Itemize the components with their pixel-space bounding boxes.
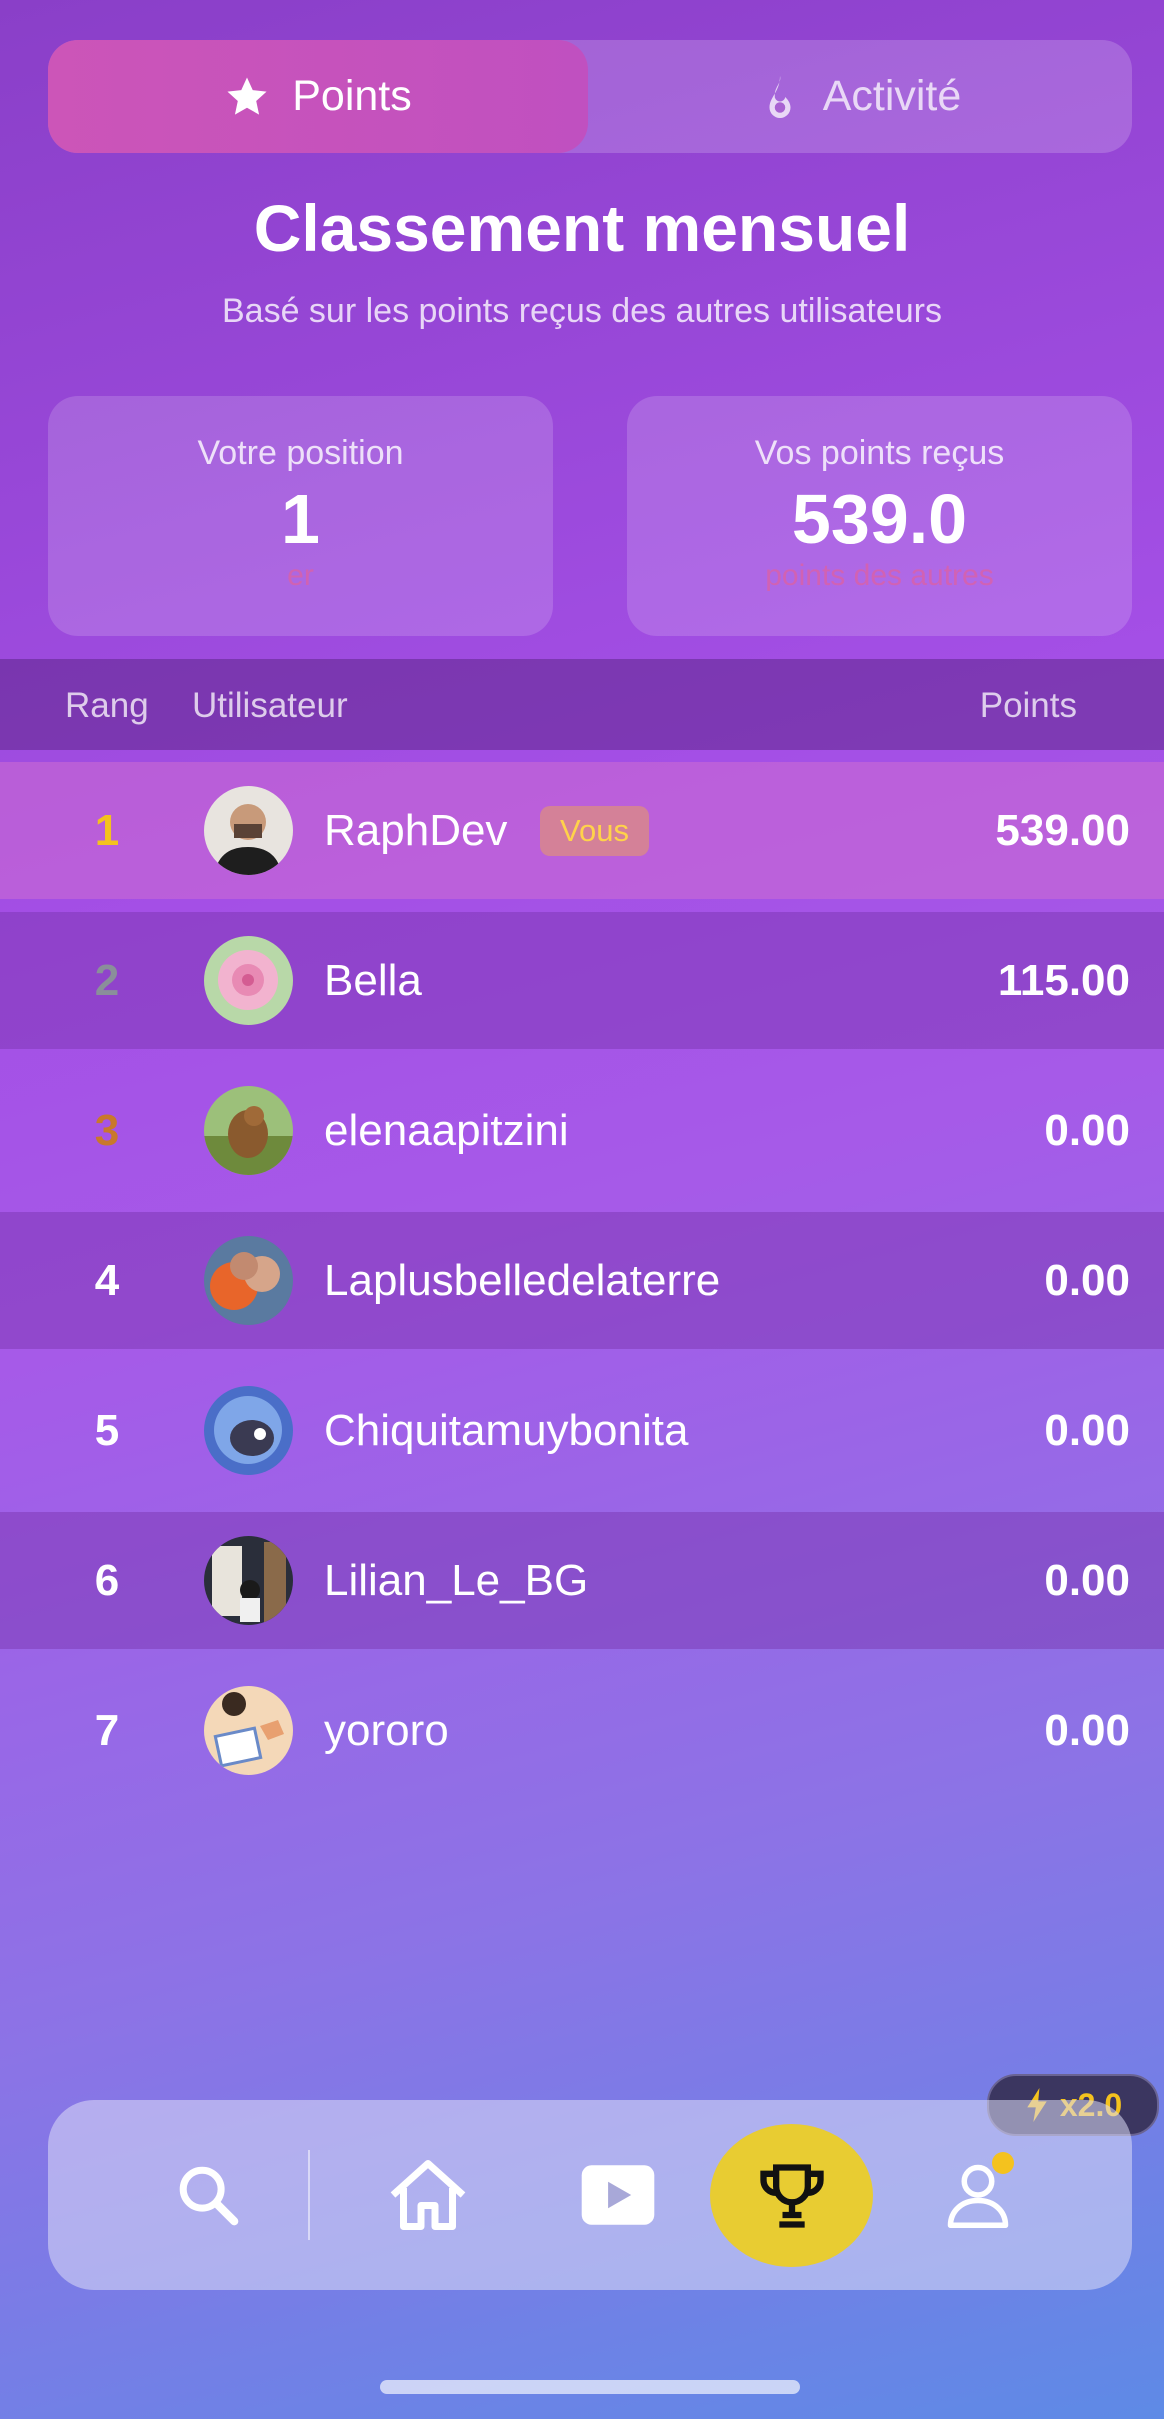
table-row[interactable]: 7 yororo 0.00: [0, 1662, 1164, 1799]
tab-activite-label: Activité: [822, 72, 962, 120]
row-rank: 7: [94, 1706, 120, 1755]
position-suffix: er: [287, 559, 314, 592]
table-row[interactable]: 6 Lilian_Le_BG 0.00: [0, 1512, 1164, 1649]
notification-dot: [992, 2152, 1014, 2174]
table-row[interactable]: 1 RaphDev Vous 539.00: [0, 762, 1164, 899]
star-icon: [227, 76, 267, 115]
nav-search[interactable]: [158, 2100, 258, 2290]
leaderboard-tabs: Points Activité: [48, 40, 1132, 153]
row-points: 0.00: [1044, 1706, 1130, 1755]
points-card: Vos points reçus 539.0 points des autres: [627, 396, 1132, 636]
nav-leaderboard[interactable]: [710, 2124, 873, 2267]
row-points: 0.00: [1044, 1256, 1130, 1305]
row-rank: 3: [94, 1106, 120, 1155]
points-label: Vos points reçus: [754, 434, 1005, 472]
page-subtitle: Basé sur les points reçus des autres uti…: [221, 292, 942, 330]
avatar[interactable]: [204, 1536, 293, 1625]
row-name: Lilian_Le_BG: [324, 1556, 589, 1605]
row-points: 0.00: [1044, 1406, 1130, 1455]
row-rank: 1: [94, 806, 120, 855]
you-badge: Vous: [540, 806, 649, 856]
nav-home[interactable]: [368, 2100, 488, 2290]
table-row[interactable]: 3 elenaapitzini 0.00: [0, 1062, 1164, 1199]
row-points: 115.00: [997, 956, 1130, 1005]
points-value: 539.0: [791, 480, 968, 558]
tab-points-label: Points: [292, 72, 412, 120]
flame-icon: [769, 75, 791, 118]
avatar[interactable]: [204, 786, 293, 875]
trophy-icon: [759, 2163, 824, 2228]
bottom-nav: [48, 2100, 1132, 2290]
row-name: elenaapitzini: [324, 1106, 569, 1155]
table-row[interactable]: 4 Laplusbelledelaterre 0.00: [0, 1212, 1164, 1349]
table-row[interactable]: 2 Bella 115.00: [0, 912, 1164, 1049]
row-name: Laplusbelledelaterre: [324, 1256, 721, 1305]
video-icon: [581, 2165, 655, 2225]
row-points: 0.00: [1044, 1556, 1130, 1605]
row-name: Bella: [324, 956, 422, 1005]
header-rank: Rang: [65, 686, 149, 725]
nav-profile[interactable]: [928, 2100, 1028, 2290]
row-name: RaphDev: [324, 806, 508, 855]
row-points: 0.00: [1044, 1106, 1130, 1155]
search-icon: [179, 2166, 239, 2226]
page-title: Classement mensuel: [253, 191, 911, 265]
nav-video[interactable]: [558, 2100, 678, 2290]
position-value: 1: [281, 480, 320, 558]
row-name: yororo: [324, 1706, 449, 1755]
home-icon: [390, 2160, 466, 2230]
nav-divider: [308, 2150, 310, 2240]
avatar[interactable]: [204, 1686, 293, 1775]
position-label: Votre position: [197, 434, 404, 472]
points-suffix: points des autres: [765, 559, 994, 592]
header-user: Utilisateur: [192, 686, 348, 725]
row-name: Chiquitamuybonita: [324, 1406, 689, 1455]
row-rank: 2: [94, 956, 120, 1005]
avatar[interactable]: [204, 1386, 293, 1475]
avatar[interactable]: [204, 1236, 293, 1325]
row-rank: 4: [94, 1256, 120, 1305]
tab-activite[interactable]: Activité: [588, 40, 1132, 153]
tab-points[interactable]: Points: [48, 40, 588, 153]
row-rank: 5: [94, 1406, 120, 1455]
home-indicator: [380, 2380, 800, 2394]
table-row[interactable]: 5 Chiquitamuybonita 0.00: [0, 1362, 1164, 1499]
row-points: 539.00: [995, 806, 1130, 855]
position-card: Votre position 1 er: [48, 396, 553, 636]
table-header: Rang Utilisateur Points: [0, 659, 1164, 750]
header-points: Points: [979, 686, 1077, 725]
avatar[interactable]: [204, 1086, 293, 1175]
avatar[interactable]: [204, 936, 293, 1025]
row-rank: 6: [94, 1556, 120, 1605]
